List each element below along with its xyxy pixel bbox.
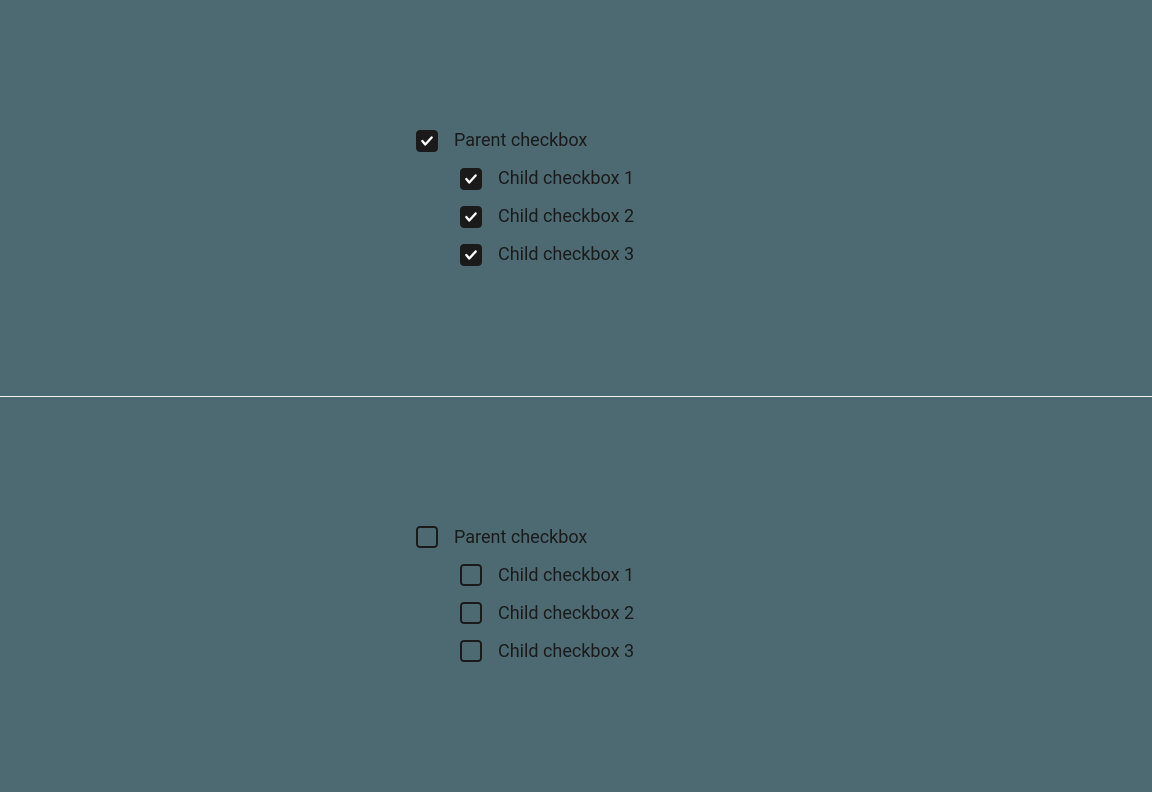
checkbox-group-unchecked: Parent checkbox Child checkbox 1 Child c… (416, 526, 736, 662)
child-checkbox-1[interactable] (460, 564, 482, 586)
child-checkbox-3[interactable] (460, 244, 482, 266)
child-checkbox-row: Child checkbox 2 (416, 602, 736, 624)
child-checkbox-label: Child checkbox 1 (498, 565, 634, 586)
child-checkbox-row: Child checkbox 2 (416, 206, 736, 228)
child-checkbox-2[interactable] (460, 602, 482, 624)
parent-checkbox-row: Parent checkbox (416, 526, 736, 548)
parent-checkbox-label: Parent checkbox (454, 527, 587, 548)
panel-unchecked-state: Parent checkbox Child checkbox 1 Child c… (0, 397, 1152, 792)
child-checkbox-label: Child checkbox 3 (498, 641, 634, 662)
checkbox-group-checked: Parent checkbox Child checkbox 1 Child c… (416, 130, 736, 266)
checkmark-icon (464, 248, 478, 262)
checkmark-icon (420, 134, 434, 148)
child-checkbox-row: Child checkbox 3 (416, 244, 736, 266)
child-checkbox-1[interactable] (460, 168, 482, 190)
child-checkbox-2[interactable] (460, 206, 482, 228)
parent-checkbox-row: Parent checkbox (416, 130, 736, 152)
child-checkbox-row: Child checkbox 1 (416, 168, 736, 190)
checkmark-icon (464, 210, 478, 224)
parent-checkbox-label: Parent checkbox (454, 130, 587, 151)
child-checkbox-label: Child checkbox 2 (498, 603, 634, 624)
child-checkbox-3[interactable] (460, 640, 482, 662)
child-checkbox-label: Child checkbox 1 (498, 168, 634, 189)
parent-checkbox[interactable] (416, 526, 438, 548)
child-checkbox-row: Child checkbox 1 (416, 564, 736, 586)
checkmark-icon (464, 172, 478, 186)
child-checkbox-label: Child checkbox 3 (498, 244, 634, 265)
child-checkbox-label: Child checkbox 2 (498, 206, 634, 227)
panel-checked-state: Parent checkbox Child checkbox 1 Child c… (0, 0, 1152, 396)
parent-checkbox[interactable] (416, 130, 438, 152)
child-checkbox-row: Child checkbox 3 (416, 640, 736, 662)
